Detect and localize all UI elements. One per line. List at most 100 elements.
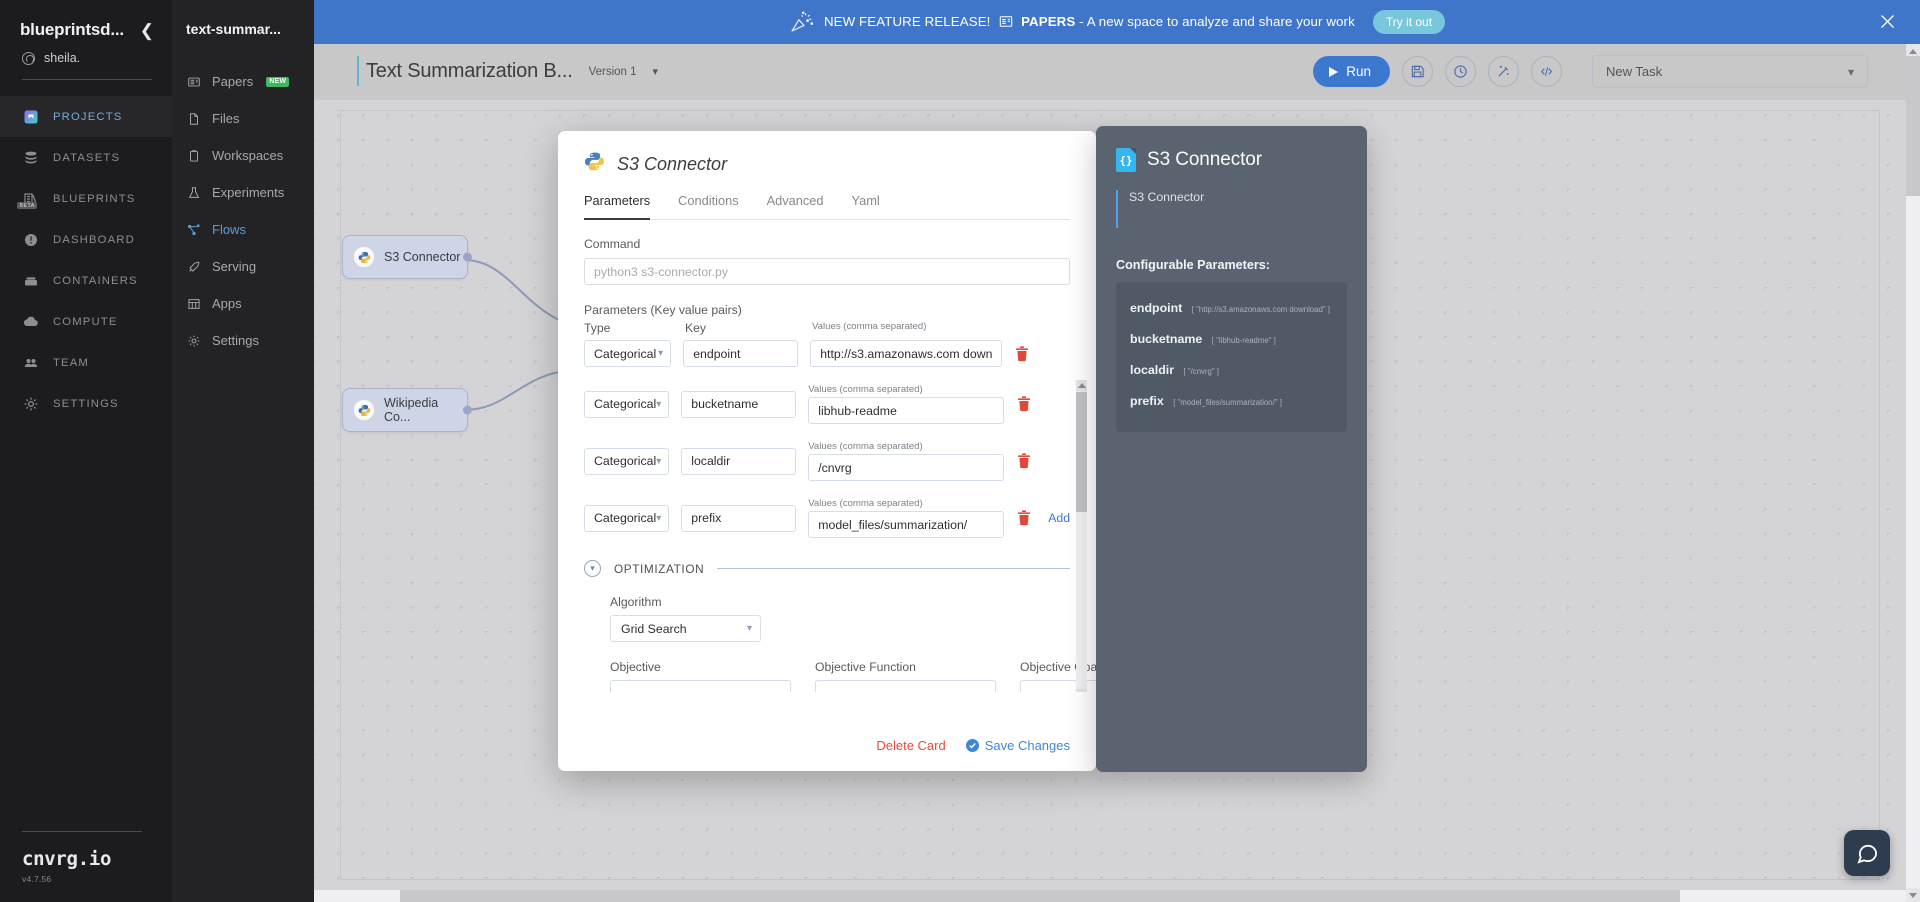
sidebar-item-files[interactable]: Files <box>172 100 314 137</box>
delete-parameter-icon[interactable] <box>1014 345 1030 363</box>
sidebar-item-label: CONTAINERS <box>53 274 138 287</box>
sidebar-item-serving[interactable]: Serving <box>172 248 314 285</box>
sidebar-item-project-settings[interactable]: Settings <box>172 322 314 359</box>
sidebar-item-team[interactable]: TEAM <box>0 342 172 383</box>
sidebar-item-dashboard[interactable]: DASHBOARD <box>0 219 172 260</box>
page-scrollbar-thumb[interactable] <box>1906 56 1920 196</box>
tab-yaml[interactable]: Yaml <box>852 193 880 220</box>
sidebar-item-containers[interactable]: CONTAINERS <box>0 260 172 301</box>
sidebar-item-experiments[interactable]: Experiments <box>172 174 314 211</box>
delete-parameter-icon[interactable] <box>1016 509 1032 527</box>
parameter-type-select[interactable]: Categorical ▾ <box>584 390 670 418</box>
parameter-values-input[interactable] <box>808 397 1005 424</box>
parameter-key-input[interactable] <box>683 340 799 367</box>
sidebar-item-label: DASHBOARD <box>53 233 135 246</box>
check-icon <box>965 738 979 752</box>
task-select[interactable]: New Task ▾ <box>1592 55 1868 88</box>
modal-title-row: S3 Connector <box>584 151 1070 177</box>
save-flow-button[interactable] <box>1402 56 1433 87</box>
sidebar-divider <box>22 79 152 80</box>
parameter-values-input[interactable] <box>808 511 1005 538</box>
parameters-column-headers: Type Key Values (comma separated) <box>584 321 1070 335</box>
parameter-key-input[interactable] <box>681 447 797 475</box>
chevron-down-icon: ▾ <box>656 512 662 524</box>
objective-function-input[interactable] <box>815 680 996 692</box>
delete-card-button[interactable]: Delete Card <box>876 738 945 753</box>
info-panel-title: S3 Connector <box>1147 149 1262 170</box>
tab-advanced[interactable]: Advanced <box>767 193 824 220</box>
sidebar-item-compute[interactable]: COMPUTE <box>0 301 172 342</box>
configurable-parameter-row: bucketname [ "libhub-readme" ] <box>1130 325 1333 356</box>
sidebar-item-label: Serving <box>212 259 257 274</box>
magic-wand-button[interactable] <box>1488 56 1519 87</box>
parameter-values-input[interactable] <box>810 340 1002 367</box>
settings-icon <box>22 395 39 412</box>
tab-parameters[interactable]: Parameters <box>584 193 651 220</box>
flow-node-s3-connector[interactable]: S3 Connector <box>342 235 472 279</box>
run-button[interactable]: Run <box>1313 56 1390 87</box>
parameter-values-input[interactable] <box>808 454 1005 481</box>
scroll-down-arrow-icon[interactable] <box>1906 888 1920 902</box>
add-parameter-link[interactable]: Add <box>1048 511 1070 525</box>
scroll-down-arrow-icon[interactable] <box>1076 689 1087 692</box>
node-output-port[interactable] <box>463 405 472 415</box>
parameter-type-value: Categorical <box>594 511 657 525</box>
configurable-parameter-row: localdir [ "/cnvrg" ] <box>1130 356 1333 387</box>
sidebar-item-workspaces[interactable]: Workspaces <box>172 137 314 174</box>
command-input[interactable] <box>584 258 1070 285</box>
history-button[interactable] <box>1445 56 1476 87</box>
algorithm-select[interactable]: Grid Search ▾ <box>610 615 761 642</box>
project-title: text-summar... <box>186 21 281 37</box>
flow-node-wikipedia-connector[interactable]: Wikipedia Co... <box>342 388 472 432</box>
command-label: Command <box>584 237 641 251</box>
sidebar-item-settings[interactable]: SETTINGS <box>0 383 172 424</box>
sidebar-item-papers[interactable]: Papers NEW <box>172 63 314 100</box>
try-it-out-button[interactable]: Try it out <box>1372 10 1446 34</box>
sidebar-item-projects[interactable]: PROJECTS <box>0 96 172 137</box>
app-version: v4.7.56 <box>22 874 52 884</box>
parameter-default: [ "/cnvrg" ] <box>1183 367 1219 376</box>
code-view-button[interactable] <box>1531 56 1562 87</box>
sidebar-item-blueprints[interactable]: BETA BLUEPRINTS <box>0 178 172 219</box>
parameter-type-select[interactable]: Categorical ▾ <box>584 340 672 367</box>
parameter-default: [ "http://s3.amazonaws.com download" ] <box>1191 305 1330 314</box>
sidebar-item-flows[interactable]: Flows <box>172 211 314 248</box>
modal-scrollbar-thumb[interactable] <box>1076 392 1087 512</box>
parameter-key-input[interactable] <box>681 504 797 532</box>
tab-conditions[interactable]: Conditions <box>678 193 738 220</box>
parameter-type-select[interactable]: Categorical ▾ <box>584 504 670 532</box>
dashboard-icon <box>22 231 39 248</box>
scroll-up-arrow-icon[interactable] <box>1076 380 1087 391</box>
save-changes-button[interactable]: Save Changes <box>965 738 1070 753</box>
project-nav: Papers NEW Files Workspaces Experiments <box>172 63 314 359</box>
chevron-down-circle-icon[interactable]: ▾ <box>584 560 601 577</box>
objective-function-label: Objective Function <box>815 660 916 674</box>
apps-icon <box>186 296 201 311</box>
modal-tabs: Parameters Conditions Advanced Yaml <box>584 193 1070 220</box>
sidebar-item-datasets[interactable]: DATASETS <box>0 137 172 178</box>
version-label: Version 1 <box>588 65 637 78</box>
node-output-port[interactable] <box>463 252 472 262</box>
support-chat-button[interactable] <box>1844 830 1890 876</box>
modal-header: S3 Connector Parameters Conditions Advan… <box>558 131 1096 220</box>
delete-parameter-icon[interactable] <box>1016 395 1032 413</box>
sidebar-item-apps[interactable]: Apps <box>172 285 314 322</box>
party-popper-icon <box>789 10 815 34</box>
objective-input[interactable] <box>610 680 791 692</box>
task-select-value: New Task <box>1606 64 1663 79</box>
close-icon[interactable] <box>1879 13 1896 30</box>
modal-body: Command Parameters (Key value pairs) Typ… <box>558 220 1096 692</box>
values-sublabel: Values (comma separated) <box>808 498 923 509</box>
parameter-type-select[interactable]: Categorical ▾ <box>584 447 670 475</box>
collapse-sidebar-icon[interactable]: ❮ <box>140 22 154 39</box>
parameter-key-input[interactable] <box>681 390 797 418</box>
brand-divider <box>22 831 142 832</box>
chevron-down-icon[interactable]: ▾ <box>653 65 659 78</box>
chevron-down-icon: ▾ <box>656 455 662 467</box>
delete-parameter-icon[interactable] <box>1016 452 1032 470</box>
user-row[interactable]: sheila. <box>0 40 172 65</box>
horizontal-scrollbar-thumb[interactable] <box>400 890 1680 902</box>
values-sublabel: Values (comma separated) <box>808 441 923 452</box>
modal-footer: Delete Card Save Changes <box>558 719 1096 771</box>
sidebar-item-label: COMPUTE <box>53 315 118 328</box>
